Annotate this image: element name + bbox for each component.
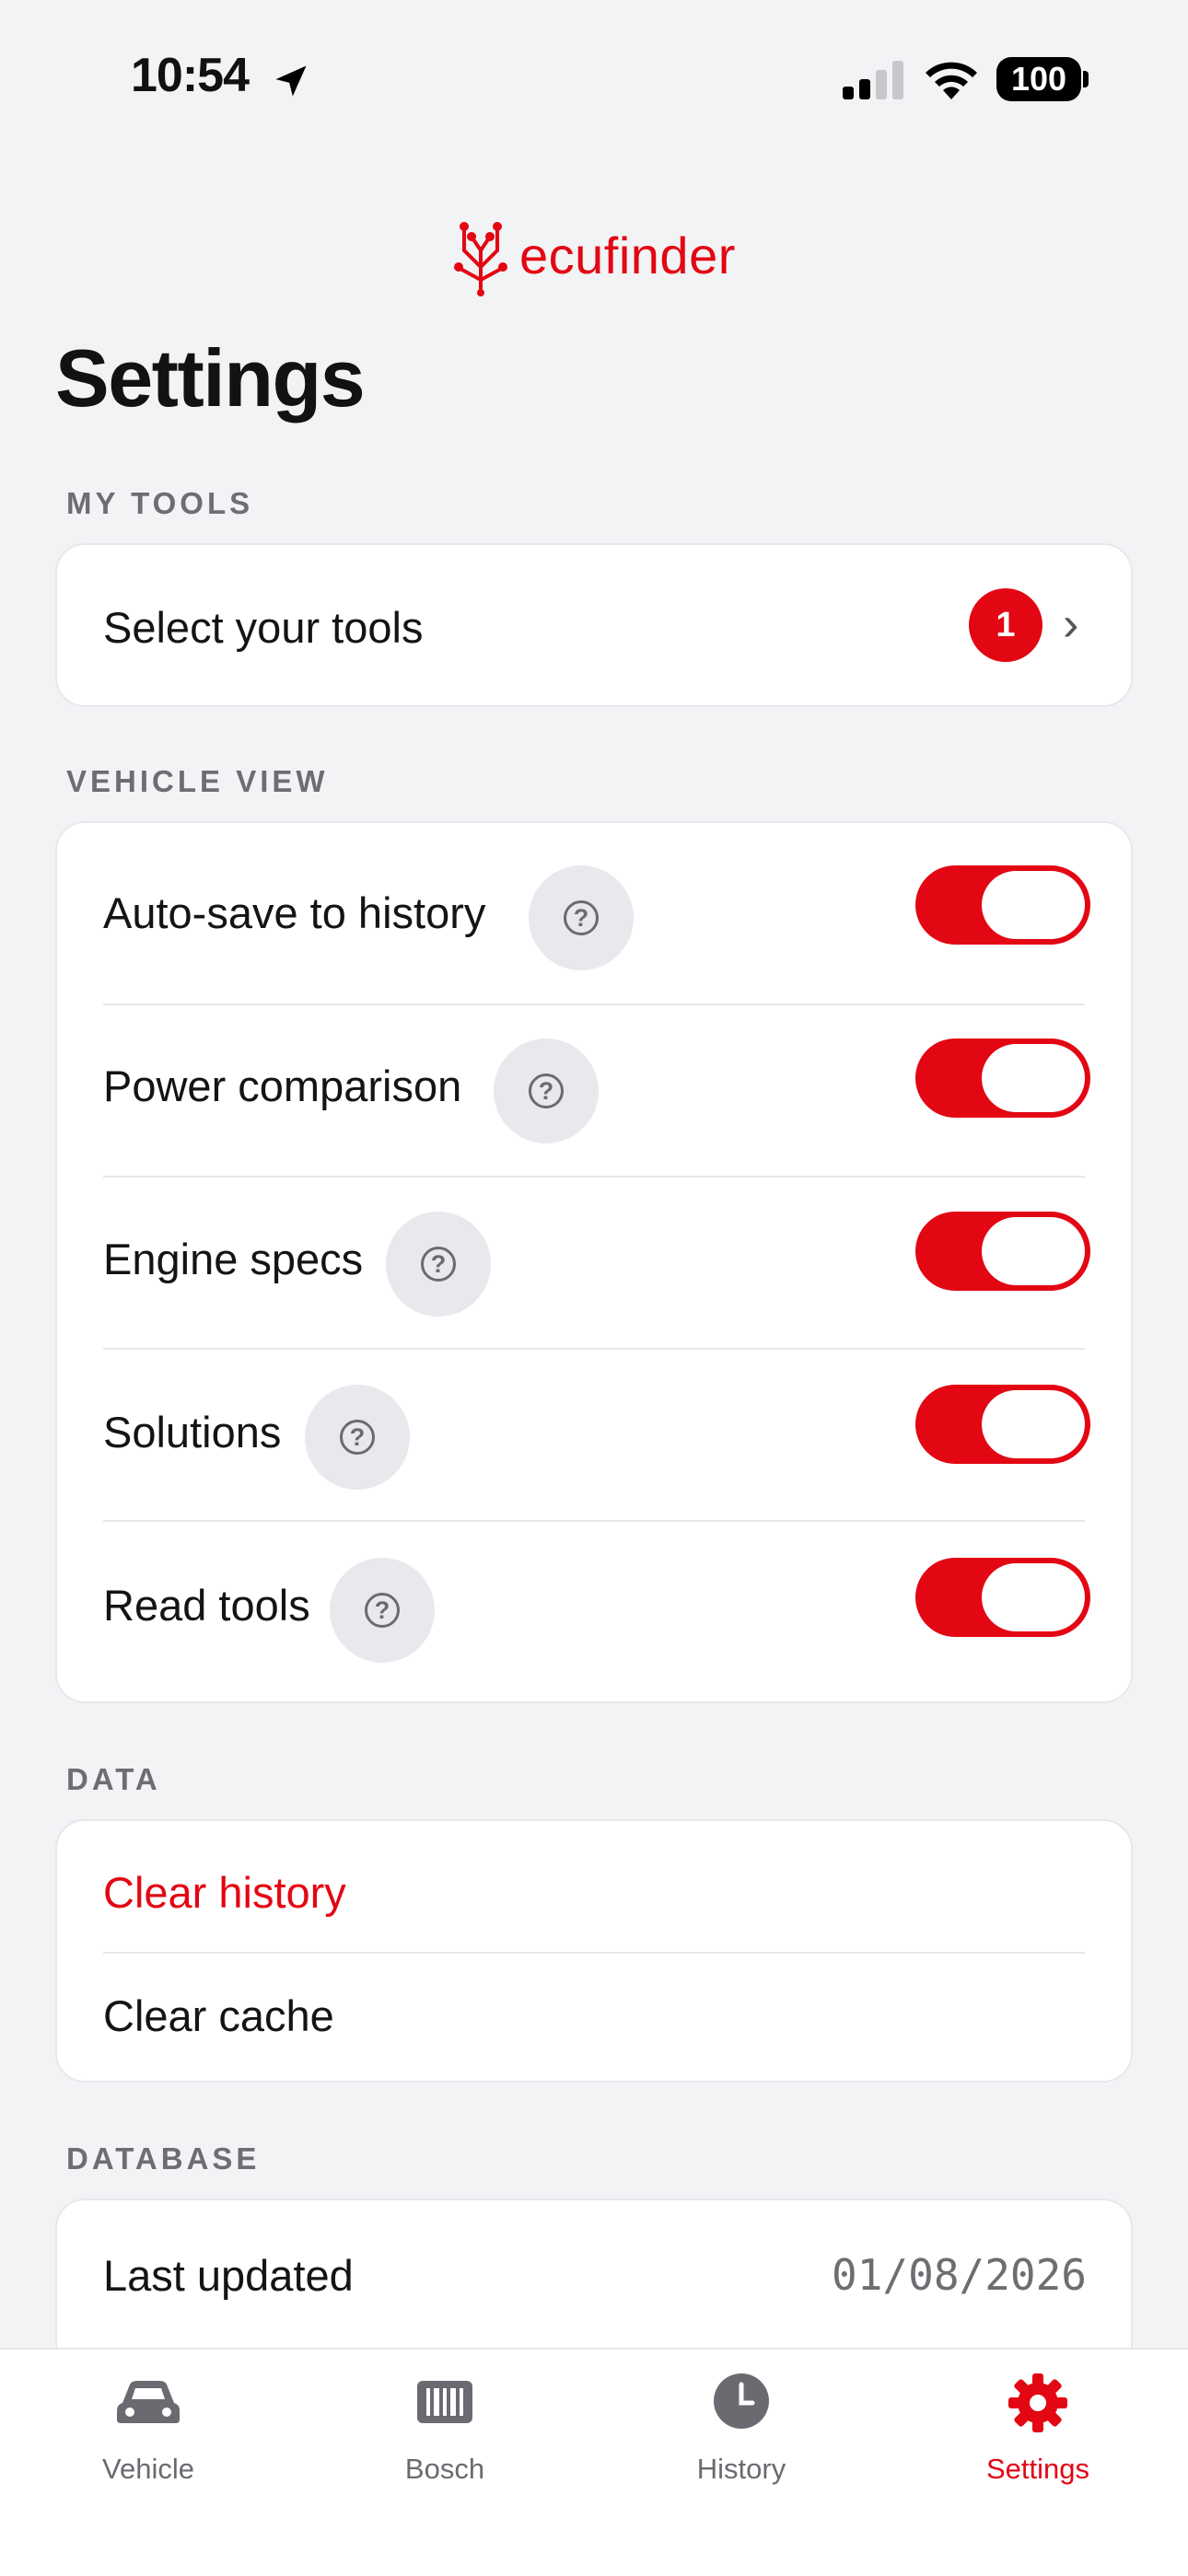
tab-settings[interactable]: Settings xyxy=(890,2350,1186,2534)
setting-row-power-comparison: Power comparison ? xyxy=(57,996,1131,1169)
setting-label: Power comparison xyxy=(103,1062,462,1110)
barcode-icon xyxy=(417,2381,472,2423)
toggle-knob xyxy=(982,1044,1085,1112)
my-tools-card: Select your tools 1 › xyxy=(55,543,1133,707)
toggle-switch[interactable] xyxy=(915,1212,1090,1291)
toggle-switch[interactable] xyxy=(915,1558,1090,1637)
select-tools-label: Select your tools xyxy=(103,603,424,652)
battery-cap xyxy=(1083,71,1089,87)
question-mark-icon: ? xyxy=(365,1593,400,1628)
toggle-knob xyxy=(982,1390,1085,1458)
vehicle-view-card: Auto-save to history ? Power comparison … xyxy=(55,821,1133,1703)
cellular-signal-icon xyxy=(843,61,903,99)
help-button[interactable]: ? xyxy=(330,1558,435,1663)
setting-row-solutions: Solutions ? xyxy=(57,1342,1131,1515)
help-button[interactable]: ? xyxy=(529,865,634,970)
status-time: 10:54 xyxy=(131,49,250,102)
help-button[interactable]: ? xyxy=(494,1039,599,1143)
setting-label: Solutions xyxy=(103,1408,282,1456)
toggle-switch[interactable] xyxy=(915,1385,1090,1464)
setting-label: Read tools xyxy=(103,1581,310,1630)
logo-wordmark: ecufinder xyxy=(519,226,736,284)
section-header-data: DATA xyxy=(66,1762,161,1796)
toggle-knob xyxy=(982,1563,1085,1631)
clear-history-button[interactable]: Clear history xyxy=(57,1821,1131,1952)
status-bar: 10:54 100 xyxy=(0,0,1188,157)
car-icon xyxy=(117,2381,180,2423)
tab-label: Vehicle xyxy=(102,2453,194,2485)
chevron-right-icon: › xyxy=(1063,598,1079,651)
tab-history[interactable]: History xyxy=(593,2350,890,2534)
data-card: Clear history Clear cache xyxy=(55,1819,1133,2083)
last-updated-value: 01/08/2026 xyxy=(832,2250,1087,2300)
tab-bar: Vehicle Bosch History Settings xyxy=(0,2348,1188,2576)
question-mark-icon: ? xyxy=(564,900,599,935)
setting-row-engine-specs: Engine specs ? xyxy=(57,1169,1131,1342)
wifi-icon xyxy=(926,62,977,99)
last-updated-row: Last updated 01/08/2026 xyxy=(57,2200,1131,2357)
toggle-knob xyxy=(982,1217,1085,1285)
tool-count-badge: 1 xyxy=(969,588,1042,662)
clear-cache-button[interactable]: Clear cache xyxy=(57,1954,1131,2084)
tab-label: Bosch xyxy=(404,2453,485,2485)
help-button[interactable]: ? xyxy=(305,1385,410,1490)
setting-row-auto-save: Auto-save to history ? xyxy=(57,823,1131,996)
clear-history-label: Clear history xyxy=(103,1868,346,1917)
toggle-switch[interactable] xyxy=(915,865,1090,945)
setting-row-read-tools: Read tools ? xyxy=(57,1515,1131,1688)
question-mark-icon: ? xyxy=(421,1247,456,1282)
help-button[interactable]: ? xyxy=(386,1212,491,1317)
circuit-tree-icon xyxy=(454,222,507,296)
question-mark-icon: ? xyxy=(340,1420,375,1455)
location-arrow-icon xyxy=(275,65,307,97)
question-mark-icon: ? xyxy=(529,1073,564,1108)
clear-cache-label: Clear cache xyxy=(103,1991,334,2040)
last-updated-label: Last updated xyxy=(103,2251,354,2300)
setting-label: Auto-save to history xyxy=(103,888,486,937)
section-header-vehicle-view: VEHICLE VIEW xyxy=(66,764,329,798)
tab-bosch[interactable]: Bosch xyxy=(297,2350,593,2534)
select-tools-row[interactable]: Select your tools 1 › xyxy=(57,545,1131,709)
clock-icon xyxy=(714,2373,769,2429)
toggle-switch[interactable] xyxy=(915,1039,1090,1118)
battery-indicator: 100 xyxy=(996,57,1081,101)
tab-label: Settings xyxy=(985,2453,1089,2485)
section-header-database: DATABASE xyxy=(66,2141,261,2176)
brand-logo: ecufinder xyxy=(451,214,736,296)
tab-vehicle[interactable]: Vehicle xyxy=(0,2350,297,2534)
page-title: Settings xyxy=(55,332,366,424)
gear-icon xyxy=(1008,2373,1067,2432)
tab-label: History xyxy=(696,2453,786,2485)
toggle-knob xyxy=(982,871,1085,939)
section-header-my-tools: MY TOOLS xyxy=(66,486,254,520)
setting-label: Engine specs xyxy=(103,1235,364,1283)
